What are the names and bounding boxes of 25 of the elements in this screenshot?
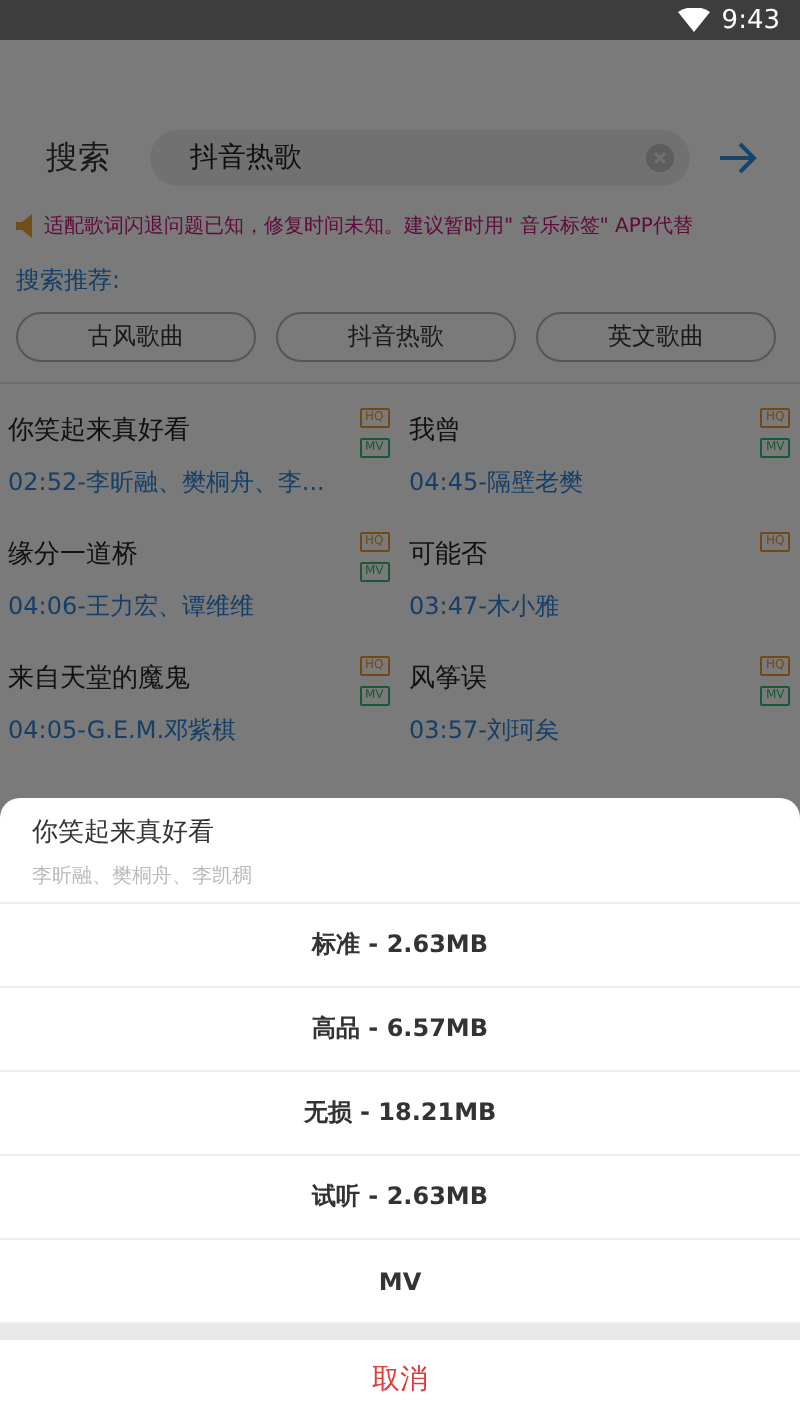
suggest-label: 搜索推荐: bbox=[14, 264, 123, 298]
song-title[interactable]: 来自天堂的魔鬼 bbox=[8, 660, 359, 696]
status-time: 9:43 bbox=[721, 5, 780, 35]
wifi-icon bbox=[677, 8, 710, 32]
arrow-right-icon[interactable] bbox=[718, 142, 758, 174]
song-title[interactable]: 我曾 bbox=[409, 412, 760, 448]
song-title[interactable]: 你笑起来真好看 bbox=[8, 412, 359, 448]
notice-text: 适配歌词闪退问题已知，修复时间未知。建议暂时用" 音乐标签" APP代替 bbox=[44, 213, 693, 240]
song-info: 03:47-木小雅 bbox=[409, 590, 561, 624]
suggestion-chip[interactable]: 抖音热歌 bbox=[276, 312, 516, 362]
song-info: 04:05-G.E.M.邓紫棋 bbox=[8, 714, 239, 748]
speaker-icon bbox=[16, 214, 36, 238]
suggestion-chip[interactable]: 英文歌曲 bbox=[536, 312, 776, 362]
suggestion-chip[interactable]: 古风歌曲 bbox=[16, 312, 256, 362]
song-info: 03:57-刘珂矣 bbox=[409, 714, 561, 748]
song-title[interactable]: 风筝误 bbox=[409, 660, 760, 696]
song-info: 02:52-李昕融、樊桐舟、李... bbox=[8, 466, 327, 500]
search-label: 搜索 bbox=[46, 137, 112, 179]
song-title[interactable]: 可能否 bbox=[409, 536, 760, 572]
song-info: 04:45-隔壁老樊 bbox=[409, 466, 585, 500]
song-title[interactable]: 缘分一道桥 bbox=[8, 536, 359, 572]
sheet-title: 你笑起来真好看 bbox=[32, 816, 216, 850]
sheet-artists: 李昕融、樊桐舟、李凯稠 bbox=[32, 863, 254, 890]
search-field[interactable]: 抖音热歌 bbox=[150, 130, 690, 186]
song-info: 04:06-王力宏、谭维维 bbox=[8, 590, 256, 624]
